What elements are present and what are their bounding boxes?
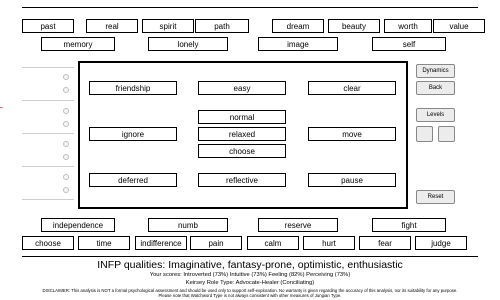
word-choose[interactable]: choose xyxy=(22,236,74,250)
word-calm[interactable]: calm xyxy=(247,236,299,250)
word-normal[interactable]: normal xyxy=(198,110,286,124)
word-reserve[interactable]: reserve xyxy=(258,218,338,232)
word-hurt[interactable]: hurt xyxy=(303,236,355,250)
word-easy[interactable]: easy xyxy=(198,81,286,95)
word-lonely[interactable]: lonely xyxy=(148,37,228,51)
level-radio[interactable] xyxy=(63,141,69,147)
back-button[interactable]: Back xyxy=(416,81,455,95)
word-judge[interactable]: judge xyxy=(415,236,467,250)
keirsey-role-text: Keirsey Role Type: Advocate-Healer (Conc… xyxy=(185,280,315,286)
word-move[interactable]: move xyxy=(308,127,396,141)
disclaimer-text: DISCLAIMER: This analysis is NOT a forma… xyxy=(42,288,458,298)
level-left-button[interactable] xyxy=(416,126,433,142)
word-clear[interactable]: clear xyxy=(308,81,396,95)
word-ignore[interactable]: ignore xyxy=(89,127,177,141)
levels-button[interactable]: Levels xyxy=(416,108,455,122)
type-qualities-title: INFP qualities: Imaginative, fantasy-pro… xyxy=(97,259,403,271)
word-worth[interactable]: worth xyxy=(384,19,432,33)
word-fear[interactable]: fear xyxy=(359,236,411,250)
scores-text: Your scores: Introverted (73%) Intuitive… xyxy=(149,272,351,278)
word-memory[interactable]: memory xyxy=(41,37,115,51)
marker-tick xyxy=(0,107,3,108)
word-real[interactable]: real xyxy=(86,19,138,33)
level-line xyxy=(22,133,74,134)
level-line xyxy=(22,67,74,68)
level-radio[interactable] xyxy=(63,154,69,160)
level-radio[interactable] xyxy=(63,74,69,80)
level-radio[interactable] xyxy=(63,87,69,93)
word-past[interactable]: past xyxy=(22,19,74,33)
word-reflective[interactable]: reflective xyxy=(198,173,286,187)
word-value[interactable]: value xyxy=(433,19,485,33)
word-fight[interactable]: fight xyxy=(372,218,446,232)
reset-button[interactable]: Reset xyxy=(416,190,455,204)
level-radio[interactable] xyxy=(63,121,69,127)
level-radio[interactable] xyxy=(63,187,69,193)
dynamics-button[interactable]: Dynamics xyxy=(416,64,455,78)
word-indifference[interactable]: indifference xyxy=(135,236,187,250)
word-self[interactable]: self xyxy=(372,37,446,51)
word-time[interactable]: time xyxy=(78,236,130,250)
word-spirit[interactable]: spirit xyxy=(142,19,194,33)
bottom-divider xyxy=(22,256,478,257)
word-beauty[interactable]: beauty xyxy=(328,19,380,33)
word-choose-stage[interactable]: choose xyxy=(198,144,286,158)
level-line xyxy=(22,100,74,101)
level-radio[interactable] xyxy=(63,174,69,180)
word-pain[interactable]: pain xyxy=(190,236,242,250)
word-independence[interactable]: independence xyxy=(41,218,115,232)
level-radio[interactable] xyxy=(63,108,69,114)
word-dream[interactable]: dream xyxy=(272,19,324,33)
word-deferred[interactable]: deferred xyxy=(89,173,177,187)
level-line xyxy=(22,199,74,200)
word-friendship[interactable]: friendship xyxy=(89,81,177,95)
word-relaxed[interactable]: relaxed xyxy=(198,127,286,141)
top-divider xyxy=(22,7,478,8)
level-right-button[interactable] xyxy=(438,126,455,142)
word-path[interactable]: path xyxy=(195,19,249,33)
word-numb[interactable]: numb xyxy=(148,218,228,232)
level-line xyxy=(22,166,74,167)
word-pause[interactable]: pause xyxy=(308,173,396,187)
word-image[interactable]: image xyxy=(258,37,338,51)
